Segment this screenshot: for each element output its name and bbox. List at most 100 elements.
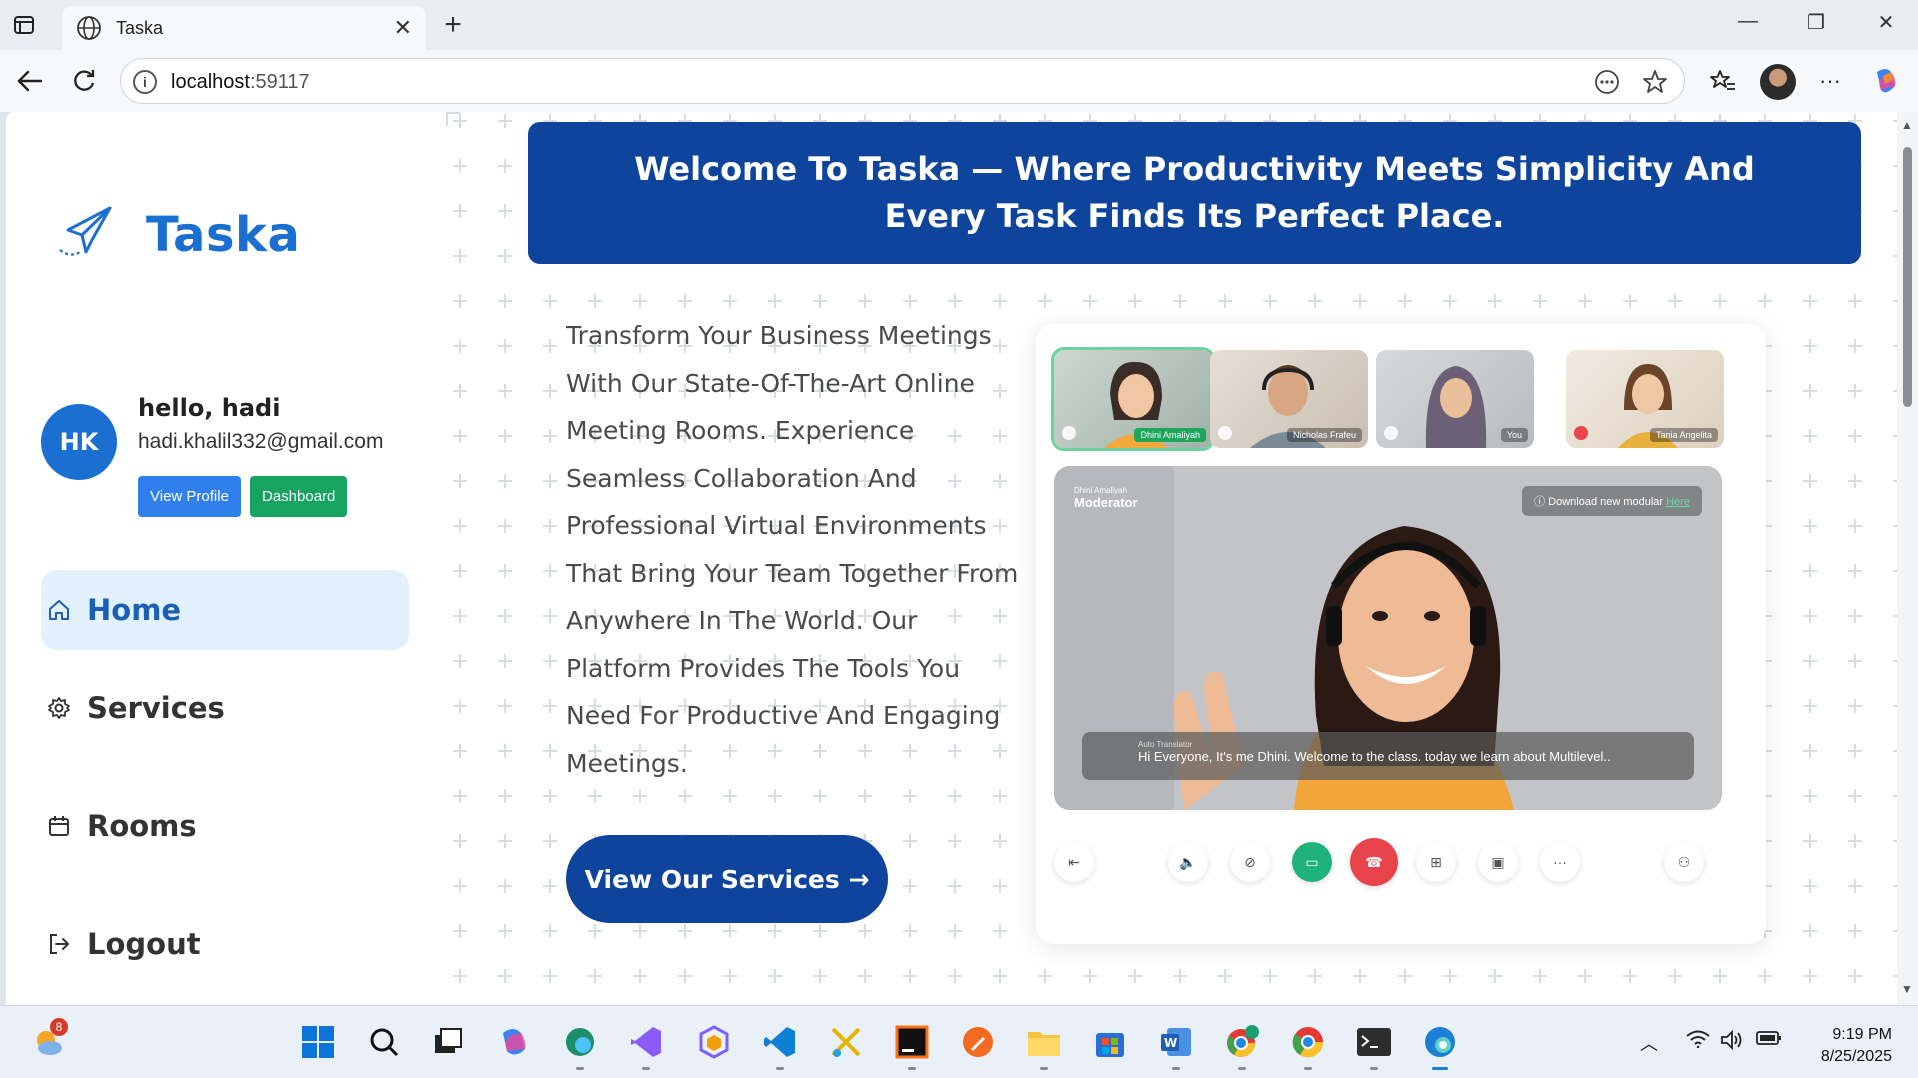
- logout-icon: [47, 932, 71, 956]
- more-options-icon[interactable]: ···: [1812, 63, 1848, 99]
- gear-icon: [47, 696, 71, 720]
- search-icon[interactable]: [364, 1022, 404, 1062]
- participant-name: Dhini Amaliyah: [1134, 428, 1206, 442]
- captions-icon: ▣: [1478, 842, 1518, 882]
- task-view-icon[interactable]: [428, 1022, 468, 1062]
- user-initials-avatar: HK: [41, 404, 117, 480]
- file-explorer-icon[interactable]: [1024, 1022, 1064, 1070]
- sidebar-item-label: Rooms: [87, 809, 197, 843]
- sidebar-item-label: Services: [87, 691, 225, 725]
- translator-label: Auto Translator: [1138, 740, 1193, 749]
- paper-plane-icon: [56, 202, 116, 267]
- intro-description: Transform Your Business Meetings With Ou…: [566, 321, 1019, 778]
- main-video-stage: Dhini Amaliyah Moderator ⓘ Download new …: [1054, 466, 1722, 810]
- view-profile-button[interactable]: View Profile: [138, 476, 241, 517]
- start-icon[interactable]: [298, 1022, 338, 1062]
- camera-off-icon: ⊘: [1230, 842, 1270, 882]
- terminal-icon[interactable]: [1354, 1022, 1394, 1070]
- tab-actions-icon[interactable]: [8, 10, 40, 40]
- sidebar-item-logout[interactable]: Logout: [41, 904, 409, 984]
- brand-logo[interactable]: Taska: [56, 202, 300, 267]
- dashboard-button[interactable]: Dashboard: [250, 476, 348, 517]
- browser-tab[interactable]: Taska ✕: [62, 6, 426, 50]
- intellij-icon[interactable]: [892, 1022, 932, 1070]
- speaker-name: Dhini Amaliyah: [1074, 486, 1127, 495]
- speaker-label: Dhini Amaliyah Moderator: [1074, 486, 1138, 510]
- copilot-app-icon[interactable]: [494, 1022, 534, 1062]
- page-actions-icon[interactable]: [1593, 69, 1621, 97]
- reload-icon[interactable]: [66, 63, 102, 99]
- page-viewport: Taska HK hello, hadi hadi.khalil332@gmai…: [6, 112, 1897, 1005]
- address-bar[interactable]: i localhost:59117: [120, 58, 1685, 104]
- battery-icon[interactable]: [1756, 1030, 1782, 1051]
- hang-up-icon: ☎: [1350, 838, 1398, 886]
- view-services-button[interactable]: View Our Services →: [566, 835, 888, 923]
- caption-text: Hi Everyone, It's me Dhini. Welcome to t…: [1138, 749, 1611, 764]
- sidebar-item-services[interactable]: Services: [41, 668, 409, 748]
- brand-name: Taska: [146, 206, 301, 263]
- sidebar-item-rooms[interactable]: Rooms: [41, 786, 409, 866]
- clock-date: 8/25/2025: [1820, 1048, 1892, 1065]
- restore-icon[interactable]: ❐: [1796, 10, 1836, 35]
- browser-tab-bar: Taska ✕ + — ❐ ✕: [0, 0, 1918, 50]
- download-link[interactable]: Here: [1666, 496, 1690, 508]
- sidebar-item-home[interactable]: Home: [41, 570, 409, 650]
- chrome-icon[interactable]: [1288, 1022, 1328, 1070]
- hexagon-app-icon[interactable]: [694, 1022, 734, 1062]
- wifi-icon[interactable]: [1686, 1030, 1710, 1053]
- user-greeting: hello, hadi: [138, 394, 281, 422]
- download-notice: ⓘ Download new modular Here: [1522, 486, 1702, 516]
- edge-icon[interactable]: [1420, 1022, 1460, 1070]
- favorite-star-icon[interactable]: [1641, 69, 1669, 97]
- participant-name: You: [1500, 428, 1528, 442]
- word-icon[interactable]: W: [1156, 1022, 1196, 1070]
- intro-text-block: Transform Your Business Meetings With Ou…: [566, 312, 1026, 787]
- svg-text:W: W: [1164, 1036, 1177, 1050]
- site-info-icon[interactable]: i: [133, 70, 157, 94]
- page-scrollbar[interactable]: ▲ ▼: [1897, 112, 1918, 1005]
- chrome-profile-icon[interactable]: [1222, 1022, 1262, 1070]
- minimize-icon[interactable]: —: [1728, 10, 1768, 33]
- scroll-down-icon[interactable]: ▼: [1901, 982, 1913, 996]
- info-icon: ⓘ: [1534, 496, 1549, 508]
- sidebar-item-label: Logout: [87, 927, 201, 961]
- meeting-illustration: Dhini Amaliyah Nicholas Frafeu You Tania…: [1036, 324, 1766, 944]
- system-clock[interactable]: 9:19 PM 8/25/2025: [1821, 1024, 1892, 1068]
- scroll-thumb[interactable]: [1903, 147, 1912, 407]
- url-text: localhost:59117: [171, 71, 310, 93]
- participant-thumb: Nicholas Frafeu: [1210, 350, 1368, 448]
- scroll-up-icon[interactable]: ▲: [1901, 118, 1913, 132]
- welcome-banner: Welcome To Taska — Where Productivity Me…: [528, 122, 1861, 264]
- sidebar: Taska HK hello, hadi hadi.khalil332@gmai…: [6, 112, 446, 1005]
- windows-taskbar: 8 W ︿ 9:19 PM 8/25/2025: [0, 1005, 1918, 1078]
- banner-title: Welcome To Taska — Where Productivity Me…: [634, 150, 1755, 235]
- store-icon[interactable]: [1090, 1022, 1130, 1062]
- speaker-icon: 🔈: [1168, 842, 1208, 882]
- close-tab-icon[interactable]: ✕: [394, 15, 412, 41]
- main-content: Welcome To Taska — Where Productivity Me…: [446, 112, 1897, 1005]
- copilot-icon[interactable]: [1868, 63, 1904, 99]
- chevron-up-icon[interactable]: ︿: [1640, 1030, 1658, 1056]
- volume-icon[interactable]: [1720, 1029, 1744, 1055]
- edge-dev-icon[interactable]: [560, 1022, 600, 1070]
- sketch-pen-icon[interactable]: [958, 1022, 998, 1062]
- participant-thumb: You: [1376, 350, 1534, 448]
- profile-avatar[interactable]: [1760, 64, 1796, 100]
- participant-name: Tania Angelita: [1649, 428, 1718, 442]
- whiteboard-icon: ⊞: [1416, 842, 1456, 882]
- participant-name: Nicholas Frafeu: [1286, 428, 1362, 442]
- visual-studio-icon[interactable]: [626, 1022, 666, 1070]
- calendar-icon: [47, 814, 71, 838]
- speaker-role: Moderator: [1074, 495, 1138, 510]
- new-tab-button[interactable]: +: [436, 8, 470, 42]
- browser-nav-bar: i localhost:59117 ···: [0, 50, 1918, 112]
- participant-thumb: Dhini Amaliyah: [1051, 347, 1215, 451]
- translator-caption: Auto Translator Hi Everyone, It's me Dhi…: [1082, 732, 1694, 780]
- back-arrow-icon[interactable]: [12, 63, 48, 99]
- vscode-icon[interactable]: [760, 1022, 800, 1070]
- close-window-icon[interactable]: ✕: [1866, 10, 1906, 35]
- screen-share-icon: ▭: [1292, 842, 1332, 882]
- participants-icon: ⚇: [1664, 842, 1704, 882]
- favorites-icon[interactable]: [1705, 63, 1741, 99]
- snipping-tool-icon[interactable]: [826, 1022, 866, 1062]
